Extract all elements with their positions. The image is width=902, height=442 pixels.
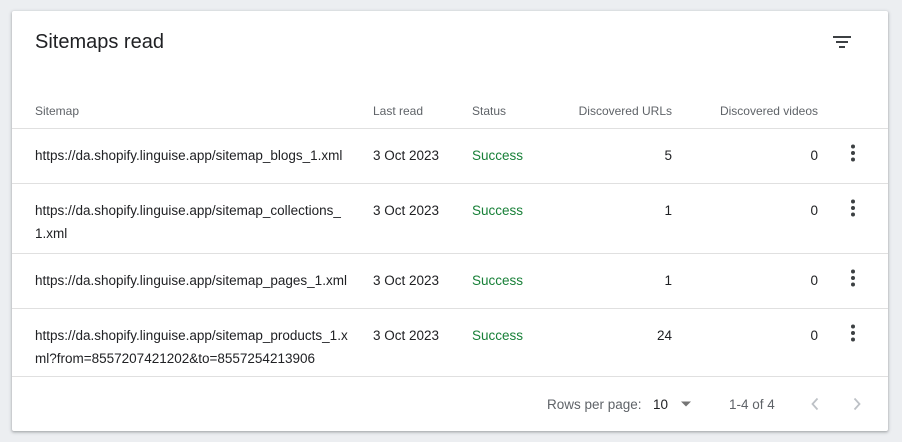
card-title: Sitemaps read — [35, 31, 164, 53]
more-vert-icon — [851, 324, 855, 342]
pagination-range: 1-4 of 4 — [729, 397, 775, 412]
sitemaps-read-card: Sitemaps read Sitemap Last read Status D… — [12, 11, 888, 431]
cell-discovered-urls: 1 — [664, 203, 672, 218]
rows-per-page-select[interactable]: 10 — [644, 390, 704, 418]
column-header-discovered-videos[interactable]: Discovered videos — [720, 104, 818, 118]
row-more-button[interactable] — [841, 266, 865, 290]
cell-last-read: 3 Oct 2023 — [373, 148, 440, 163]
cell-sitemap: https://da.shopify.linguise.app/sitemap_… — [35, 148, 343, 163]
column-header-discovered-urls[interactable]: Discovered URLs — [579, 104, 672, 118]
next-page-button[interactable] — [844, 391, 870, 417]
cell-discovered-urls: 5 — [664, 148, 672, 163]
column-header-status[interactable]: Status — [472, 104, 506, 118]
more-vert-icon — [851, 144, 855, 162]
table-row[interactable]: https://da.shopify.linguise.app/sitemap_… — [12, 254, 888, 309]
table-row[interactable]: https://da.shopify.linguise.app/sitemap_… — [12, 184, 888, 254]
cell-discovered-videos: 0 — [810, 273, 818, 288]
chevron-left-icon — [811, 397, 819, 411]
filter-icon — [833, 36, 851, 48]
row-more-button[interactable] — [841, 321, 865, 345]
row-more-button[interactable] — [841, 196, 865, 220]
cell-discovered-urls: 24 — [656, 328, 672, 343]
chevron-right-icon — [853, 397, 861, 411]
more-vert-icon — [851, 199, 855, 217]
column-header-last-read[interactable]: Last read — [373, 104, 423, 118]
row-more-button[interactable] — [841, 141, 865, 165]
arrow-drop-down-icon — [681, 401, 691, 407]
column-header-sitemap[interactable]: Sitemap — [35, 104, 79, 118]
table-header: Sitemap Last read Status Discovered URLs… — [12, 89, 888, 129]
filter-button[interactable] — [826, 26, 858, 58]
rows-per-page-value: 10 — [653, 397, 669, 412]
status-badge: Success — [472, 203, 524, 218]
cell-discovered-videos: 0 — [810, 148, 818, 163]
cell-sitemap: https://da.shopify.linguise.app/sitemap_… — [35, 203, 341, 241]
cell-last-read: 3 Oct 2023 — [373, 273, 440, 288]
table-row[interactable]: https://da.shopify.linguise.app/sitemap_… — [12, 129, 888, 184]
cell-discovered-videos: 0 — [810, 328, 818, 343]
status-badge: Success — [472, 148, 524, 163]
cell-sitemap: https://da.shopify.linguise.app/sitemap_… — [35, 273, 347, 288]
cell-discovered-videos: 0 — [810, 203, 818, 218]
cell-discovered-urls: 1 — [664, 273, 672, 288]
status-badge: Success — [472, 273, 524, 288]
previous-page-button[interactable] — [802, 391, 828, 417]
cell-last-read: 3 Oct 2023 — [373, 328, 440, 343]
cell-last-read: 3 Oct 2023 — [373, 203, 440, 218]
status-badge: Success — [472, 328, 524, 343]
more-vert-icon — [851, 269, 855, 287]
cell-sitemap: https://da.shopify.linguise.app/sitemap_… — [35, 328, 348, 366]
pagination-bar: Rows per page: 10 1-4 of 4 — [12, 377, 888, 431]
rows-per-page-label: Rows per page: — [547, 397, 642, 412]
table-row[interactable]: https://da.shopify.linguise.app/sitemap_… — [12, 309, 888, 377]
